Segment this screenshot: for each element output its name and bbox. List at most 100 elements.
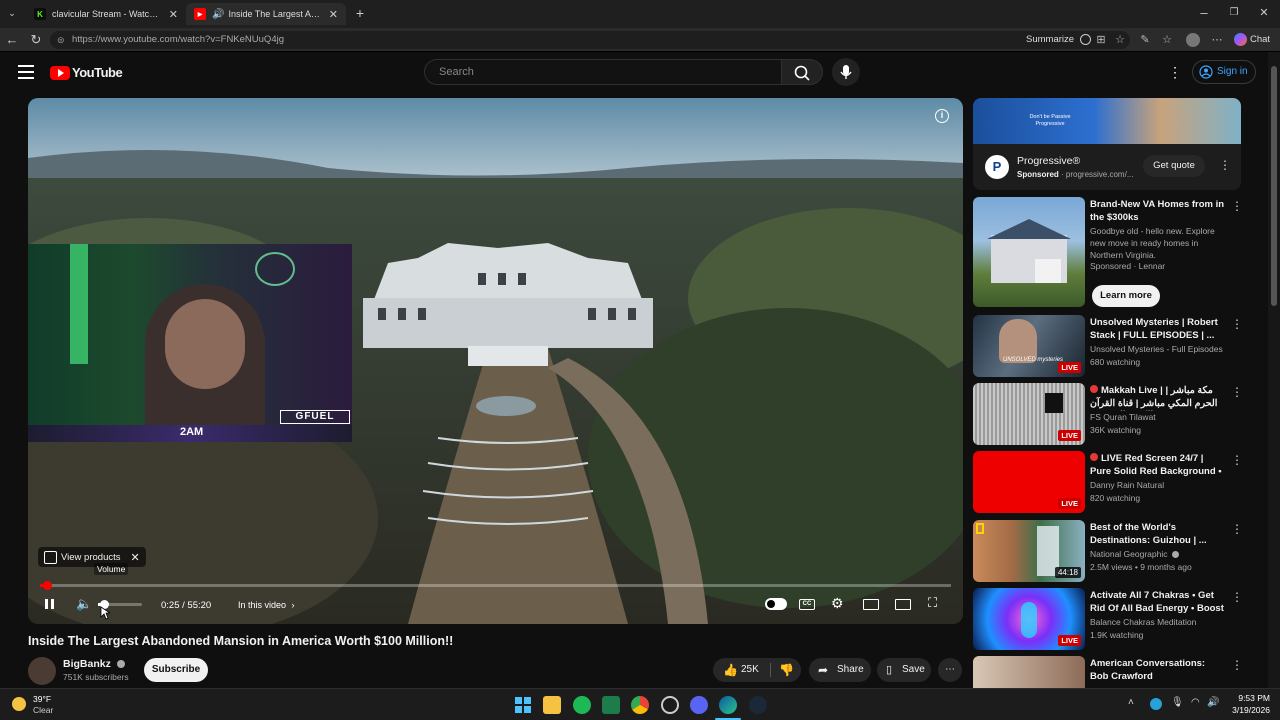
close-icon[interactable]: ✕ [329,8,338,21]
site-info-icon[interactable]: ⊜ [57,31,65,49]
in-this-video-button[interactable]: In this video › [238,600,295,610]
close-icon[interactable]: ✕ [131,551,140,564]
subscribe-button[interactable]: Subscribe [144,658,208,682]
favorite-star-icon[interactable]: ☆ [1113,33,1127,47]
video-thumbnail[interactable]: LIVE [973,451,1085,513]
summarize-button[interactable]: Summarize [1026,34,1091,45]
more-vertical-icon[interactable]: ⋮ [1231,385,1243,399]
info-icon[interactable]: i [935,109,949,123]
subtitles-icon[interactable]: CC [799,599,815,610]
tab-youtube-active[interactable]: ▶ 🔊 Inside The Largest Abandoned Mansion… [186,3,346,25]
sign-in-button[interactable]: Sign in [1192,60,1256,84]
view-products-chip[interactable]: View products ✕ [38,547,146,567]
window-close-icon[interactable]: ✕ [1256,5,1272,21]
speaker-icon[interactable]: 🔊 [212,9,224,20]
video-title[interactable]: Activate All 7 Chakras • Get Rid Of All … [1090,590,1225,616]
spotify-icon[interactable] [573,696,591,714]
settings-more-icon[interactable]: ⋮ [1168,64,1182,81]
more-options-icon[interactable]: ⋯ [1210,33,1224,47]
tray-app-icon[interactable] [1150,698,1162,710]
video-title[interactable]: Brand-New VA Homes from in the $300ks [1090,199,1225,224]
channel-name[interactable]: Balance Chakras Meditation [1090,617,1196,627]
volume-icon[interactable]: 🔈 [76,596,92,612]
clock-time[interactable]: 9:53 PM [1226,693,1270,703]
tab-kick[interactable]: K clavicular Stream - Watch Live on Kick… [26,3,186,25]
video-player[interactable]: GFUEL 2AM i View products ✕ Volume 🔈 0:2… [28,98,963,624]
microphone-icon[interactable]: 🎙 [1171,697,1184,708]
video-thumbnail[interactable]: LIVE [973,383,1085,445]
volume-icon[interactable]: 🔊 [1207,697,1219,708]
more-vertical-icon[interactable]: ⋮ [1231,522,1243,536]
video-title[interactable]: Makkah Live | مكة مباشر | الحرم المكي مب… [1090,385,1225,411]
minimize-icon[interactable]: – [1196,5,1212,21]
wifi-icon[interactable]: ◠ [1191,697,1200,708]
list-item[interactable]: LIVE Activate All 7 Chakras • Get Rid Of… [973,588,1263,650]
search-input[interactable]: Search [424,59,782,85]
page-scrollbar[interactable] [1268,52,1280,688]
ad-more-icon[interactable]: ⋮ [1219,158,1231,172]
favorites-icon[interactable]: ☆ [1160,33,1174,47]
extensions-icon[interactable]: ✎ [1138,33,1152,47]
video-title[interactable]: Unsolved Mysteries | Robert Stack | FULL… [1090,317,1225,342]
app-icon[interactable] [661,696,679,714]
video-thumbnail[interactable]: UNSOLVED mysteries LIVE [973,315,1085,377]
steam-icon[interactable] [749,696,767,714]
copilot-chat-button[interactable]: Chat [1234,33,1270,46]
list-item[interactable]: UNSOLVED mysteries LIVE Unsolved Mysteri… [973,315,1263,377]
video-title[interactable]: Best of the World's Destinations: Guizho… [1090,522,1225,547]
profile-avatar-icon[interactable] [1186,33,1200,47]
close-icon[interactable]: ✕ [169,8,178,21]
new-tab-plus-icon[interactable]: + [352,5,368,21]
more-actions-button[interactable]: ⋯ [938,658,962,682]
clock-date[interactable]: 3/19/2026 [1220,705,1270,715]
list-item[interactable]: American Conversations: Bob Crawford ⋮ [973,656,1263,688]
video-title[interactable]: LIVE Red Screen 24/7 | Pure Solid Red Ba… [1090,453,1225,479]
edge-icon[interactable] [719,696,737,714]
tab-list-chevron-icon[interactable]: ⌄ [4,5,20,21]
youtube-logo[interactable]: YouTube [50,65,123,80]
save-button[interactable]: ▯ Save [877,658,931,682]
video-thumbnail[interactable]: LIVE [973,588,1085,650]
autoplay-toggle[interactable] [765,598,787,610]
app-icon[interactable] [602,696,620,714]
sponsored-list-item[interactable]: Brand-New VA Homes from in the $300ks ⋮ … [973,197,1263,309]
list-item[interactable]: 44:18 Best of the World's Destinations: … [973,520,1263,582]
learn-more-button[interactable]: Learn more [1092,285,1160,307]
chrome-icon[interactable] [631,696,649,714]
discord-icon[interactable] [690,696,708,714]
weather-temp[interactable]: 39°F [33,694,51,704]
more-vertical-icon[interactable]: ⋮ [1231,199,1243,213]
voice-search-button[interactable] [832,58,860,86]
channel-name[interactable]: Danny Rain Natural [1090,480,1164,490]
weather-moon-icon[interactable] [12,697,26,711]
fullscreen-icon[interactable]: ⛶ [928,595,937,611]
video-thumbnail[interactable]: 44:18 [973,520,1085,582]
list-item[interactable]: LIVE Makkah Live | مكة مباشر | الحرم الم… [973,383,1263,445]
more-vertical-icon[interactable]: ⋮ [1231,590,1243,604]
search-button[interactable] [781,59,823,85]
video-title[interactable]: American Conversations: Bob Crawford [1090,658,1225,683]
like-count[interactable]: 25K [741,658,759,682]
ad-card[interactable]: Don't be Passive Progressive P Progressi… [973,98,1241,190]
pause-icon[interactable] [44,597,56,611]
hamburger-menu-icon[interactable] [18,65,34,79]
get-quote-button[interactable]: Get quote [1143,155,1205,177]
chevron-up-icon[interactable]: ˄ [1128,697,1134,708]
channel-name-row[interactable]: BigBankz [63,658,125,670]
thumbs-down-icon[interactable]: 👎 [779,658,794,682]
more-vertical-icon[interactable]: ⋮ [1231,453,1243,467]
channel-name[interactable]: Unsolved Mysteries - Full Episodes [1090,344,1223,354]
channel-avatar[interactable] [28,657,56,685]
video-thumbnail[interactable] [973,656,1085,688]
windows-start-icon[interactable] [514,696,532,714]
more-vertical-icon[interactable]: ⋮ [1231,658,1243,672]
progress-scrubber[interactable] [42,581,52,590]
restore-icon[interactable]: ❐ [1226,5,1242,21]
channel-name-row[interactable]: National Geographic [1090,549,1179,559]
list-item[interactable]: LIVE LIVE Red Screen 24/7 | Pure Solid R… [973,451,1263,513]
progress-bar[interactable] [40,581,951,590]
share-button[interactable]: ➦ Share [809,658,871,682]
file-explorer-icon[interactable] [543,696,561,714]
reload-icon[interactable]: ↻ [28,32,44,48]
app-available-icon[interactable]: ⊞ [1094,33,1108,47]
